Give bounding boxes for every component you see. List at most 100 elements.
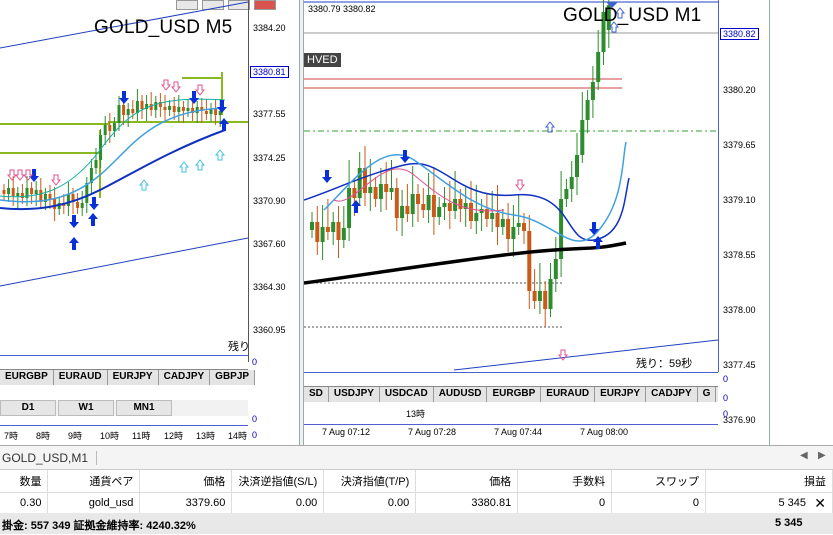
- table-cell: 0.00: [323, 492, 417, 513]
- timeframe-w1[interactable]: W1: [58, 400, 114, 416]
- separator: [0, 355, 248, 356]
- candle-body: [347, 188, 352, 228]
- candle-body: [126, 109, 130, 115]
- signal-arrow-outline-icon: [194, 84, 206, 96]
- candle-body: [389, 188, 394, 192]
- column-header[interactable]: 決済指値(T/P): [323, 470, 417, 493]
- column-header[interactable]: 価格: [415, 470, 519, 493]
- column-header[interactable]: スワップ: [611, 470, 707, 493]
- symbol-tab-bar: SD USDJPY USDCAD AUDUSD EURGBP EURAUD EURJPY CA…: [304, 386, 718, 402]
- chevron-left-icon[interactable]: ◀: [800, 450, 808, 461]
- symbol-tab-cadjpy[interactable]: CADJPY: [158, 370, 211, 385]
- column-header[interactable]: 価格: [139, 470, 233, 493]
- current-price-tag: 3380.82: [720, 28, 759, 40]
- price-label: 3377.55: [253, 109, 286, 120]
- candle-body: [315, 222, 320, 242]
- candle-body: [378, 184, 383, 199]
- column-header[interactable]: 数量: [0, 470, 49, 493]
- symbol-tab-eurgbp[interactable]: EURGBP: [487, 387, 542, 402]
- signal-arrow-down-icon: [119, 91, 129, 104]
- candle-body: [331, 222, 336, 232]
- candle-body: [400, 206, 405, 218]
- timeframe-d1[interactable]: D1: [0, 400, 56, 416]
- time-label: 13時: [196, 431, 216, 441]
- current-price-tag: 3380.81: [250, 66, 289, 78]
- candle-body: [30, 188, 34, 194]
- price-label: 3378.55: [723, 250, 756, 260]
- chart-window-m5[interactable]: GOLD_USD M5 3384.20 3380.81 3377.55 3374.25…: [0, 0, 300, 445]
- sub-axis-label: 0: [723, 409, 729, 419]
- chart-tab-bar: GOLD_USD,M1 ◀ ▶: [0, 446, 833, 470]
- price-label: 3377.45: [723, 360, 756, 370]
- timeframe-bar: D1 W1 MN1: [0, 400, 248, 416]
- candle-body: [564, 189, 569, 199]
- symbol-tab-cadjpy[interactable]: CADJPY: [646, 387, 698, 402]
- hour-row: 13時: [304, 404, 718, 422]
- candle-body: [469, 203, 473, 221]
- sub-axis-label: 0: [723, 393, 729, 403]
- candle-body: [442, 203, 447, 207]
- close-icon[interactable]: ✕: [814, 495, 826, 512]
- candle-body: [500, 219, 505, 227]
- column-header[interactable]: 決済逆指値(S/L): [231, 470, 325, 493]
- candle-body: [394, 188, 399, 218]
- price-label: 3360.95: [253, 325, 286, 336]
- candle-body: [416, 194, 420, 204]
- chart-tab[interactable]: GOLD_USD,M1: [2, 451, 98, 465]
- candle-body: [543, 291, 548, 309]
- time-label: 7 Aug 07:44: [494, 427, 543, 437]
- signal-arrow-down-icon: [589, 222, 599, 235]
- chart-window-m1[interactable]: 3380.79 3380.82 GOLD_USD M1 HVED 残り：59秒 …: [303, 0, 770, 445]
- symbol-tab-sd[interactable]: SD: [304, 387, 329, 402]
- column-header[interactable]: 手数料: [517, 470, 613, 493]
- table-cell: 0: [611, 492, 707, 513]
- symbol-tab-euraud[interactable]: EURAUD: [541, 387, 596, 402]
- candle-body: [11, 188, 15, 196]
- price-label: 3374.25: [253, 152, 286, 163]
- symbol-tab-euraud[interactable]: EURAUD: [53, 370, 108, 385]
- candle-body: [590, 82, 595, 100]
- signal-arrow-outline-icon: [170, 81, 182, 93]
- candle-body: [336, 222, 341, 240]
- price-chart-m5[interactable]: [0, 0, 248, 362]
- candle-body: [103, 125, 107, 135]
- symbol-tab-g[interactable]: G: [697, 387, 717, 402]
- symbol-tab-eurjpy[interactable]: EURJPY: [107, 370, 159, 385]
- candle-body: [431, 195, 436, 217]
- symbol-tab-usdcad[interactable]: USDCAD: [379, 387, 434, 402]
- signal-arrow-down-icon: [89, 197, 99, 210]
- candle-body: [108, 125, 112, 131]
- symbol-tab-gbpjp[interactable]: GBPJP: [210, 370, 256, 385]
- candle-body: [122, 105, 126, 115]
- candle-body: [117, 105, 121, 123]
- candle-body: [511, 227, 516, 239]
- price-chart-m1[interactable]: [304, 0, 718, 372]
- candle-body: [135, 101, 139, 113]
- time-axis: 7時 8時 9時 10時 11時 12時 13時 14時: [0, 428, 248, 444]
- column-header[interactable]: 損益: [705, 470, 833, 493]
- account-summary: 掛金: 557 349 証拠金維持率: 4240.32% 5 345: [0, 513, 833, 534]
- candle-body: [522, 223, 526, 231]
- candle-body: [490, 213, 495, 219]
- timeframe-mn1[interactable]: MN1: [116, 400, 172, 416]
- candle-body: [94, 160, 98, 168]
- price-label: 3367.60: [253, 239, 286, 249]
- chevron-right-icon[interactable]: ▶: [818, 450, 826, 461]
- candle-body: [453, 199, 458, 211]
- candle-body: [580, 120, 585, 155]
- candle-body: [172, 106, 176, 112]
- symbol-tab-eurgbp[interactable]: EURGBP: [0, 370, 54, 385]
- candle-body: [569, 177, 574, 189]
- symbol-tab-eurjpy[interactable]: EURJPY: [595, 387, 647, 402]
- signal-arrow-outline-icon: [178, 161, 190, 173]
- time-axis: 7 Aug 07:12 7 Aug 07:28 7 Aug 07:44 7 Aug 0…: [304, 424, 718, 440]
- table-row[interactable]: 0.30 gold_usd 3379.60 0.00 0.00 3380.81 0 0 5 34…: [0, 492, 833, 513]
- symbol-tab-audusd[interactable]: AUDUSD: [433, 387, 488, 402]
- candle-body: [405, 206, 410, 214]
- signal-arrow-down-icon: [69, 215, 79, 228]
- remaining-time-label: 残り: [228, 341, 250, 353]
- candle-body: [209, 109, 213, 114]
- symbol-tab-usdjpy[interactable]: USDJPY: [328, 387, 380, 402]
- column-header[interactable]: 通貨ペア: [47, 470, 141, 493]
- signal-arrow-up-icon: [69, 237, 79, 250]
